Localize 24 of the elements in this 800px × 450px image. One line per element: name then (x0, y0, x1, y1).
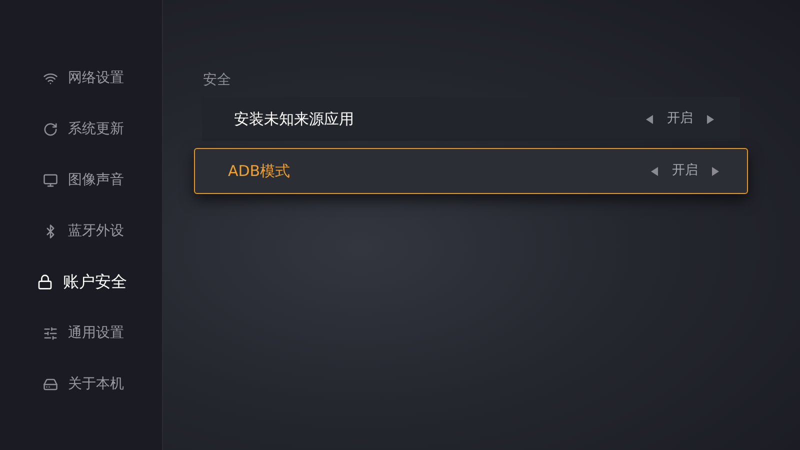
sidebar-item[interactable]: 账户安全 (0, 270, 162, 294)
sidebar-item[interactable]: 图像声音 (0, 168, 162, 192)
lock-icon (37, 274, 53, 290)
monitor-icon (43, 172, 58, 188)
left-arrow-icon[interactable] (651, 166, 658, 176)
setting-value: 开启 (672, 162, 698, 180)
section-title: 安全 (203, 71, 232, 90)
sidebar-item[interactable]: 蓝牙外设 (0, 219, 162, 243)
sidebar-item[interactable]: 系统更新 (0, 117, 162, 141)
setting-label: ADB模式 (228, 160, 292, 182)
wifi-icon (43, 70, 58, 86)
setting-row[interactable]: 安装未知来源应用 开启 (202, 97, 740, 141)
setting-label: 安装未知来源应用 (234, 108, 355, 130)
left-arrow-icon[interactable] (646, 114, 653, 124)
sidebar-item[interactable]: 关于本机 (0, 372, 162, 396)
sidebar-item[interactable]: 通用设置 (0, 321, 162, 345)
drive-icon (43, 376, 58, 392)
right-arrow-icon[interactable] (707, 114, 714, 124)
refresh-icon (43, 122, 58, 136)
sidebar-item[interactable]: 网络设置 (0, 66, 162, 90)
setting-row[interactable]: ADB模式 开启 (194, 148, 748, 194)
setting-value: 开启 (667, 110, 693, 128)
sliders-icon (43, 326, 58, 340)
right-arrow-icon[interactable] (712, 166, 719, 176)
